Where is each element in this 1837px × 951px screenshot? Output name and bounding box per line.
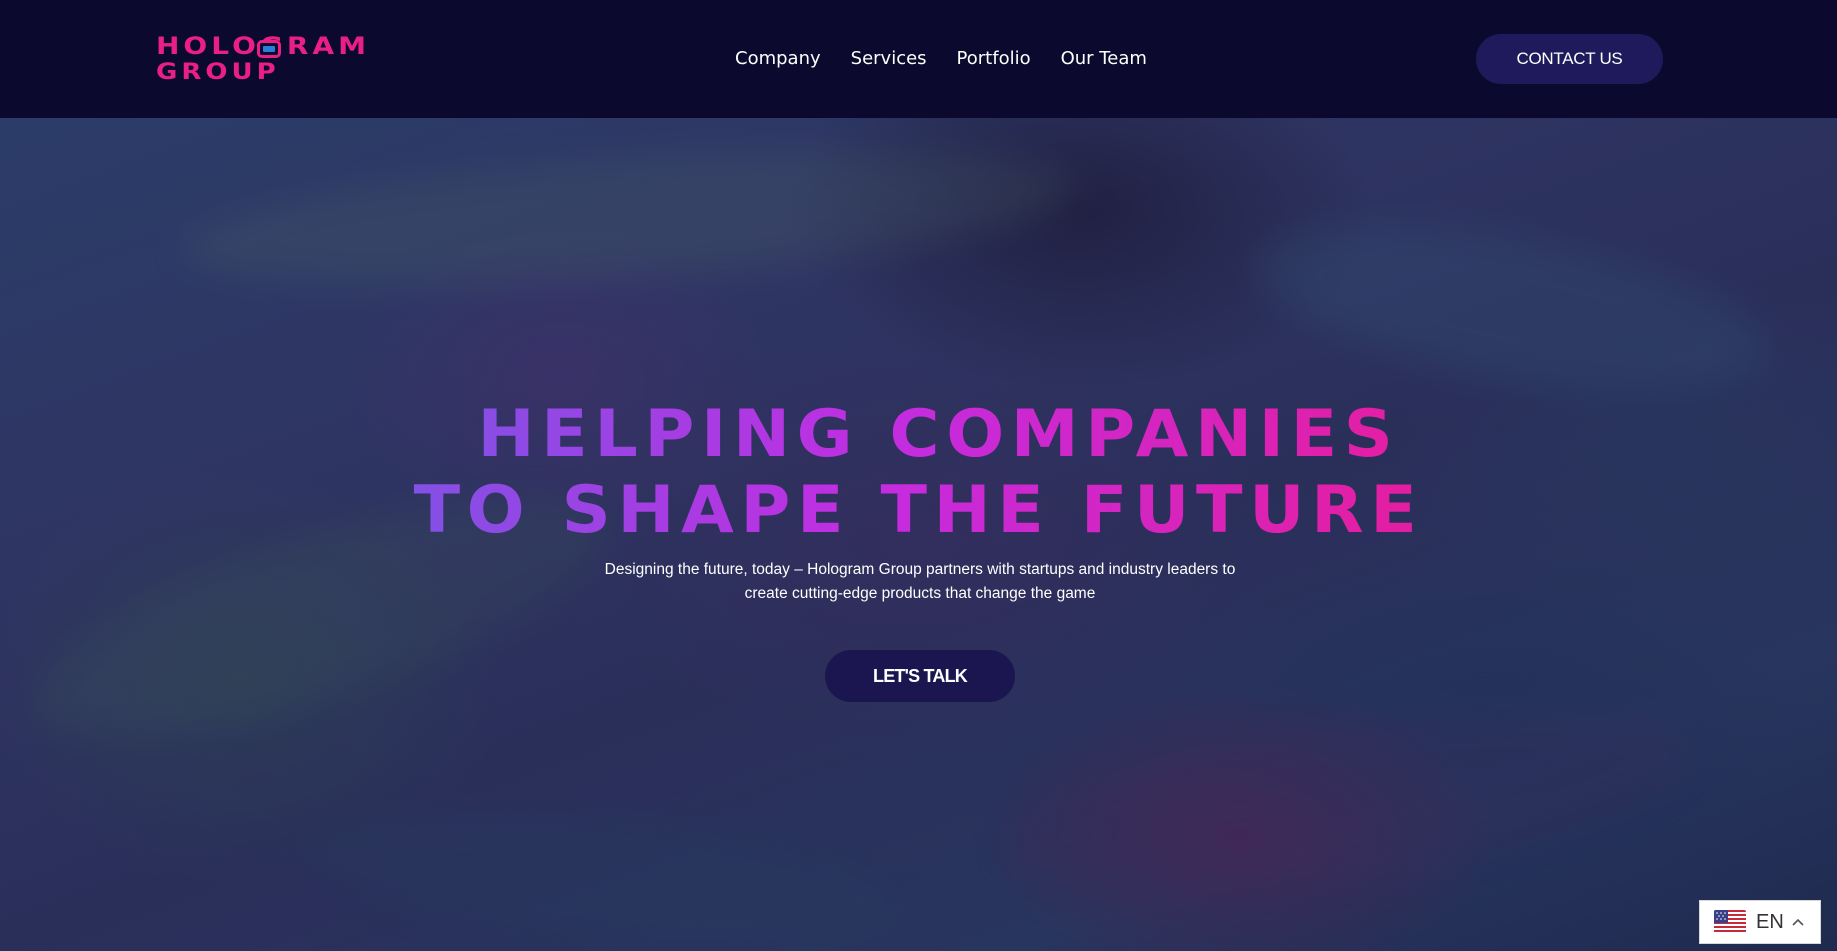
contact-us-button[interactable]: CONTACT US	[1476, 34, 1663, 84]
language-switcher[interactable]: EN	[1699, 900, 1821, 944]
background-wave	[176, 126, 1084, 310]
hero-title: HELPING COMPANIES TO SHAPE THE FUTURE	[0, 394, 1837, 550]
logo-line-1: HOLOGRAM	[156, 34, 422, 58]
logo-robot-icon	[257, 40, 281, 58]
nav-item-portfolio[interactable]: Portfolio	[957, 45, 1031, 73]
main-nav: Company Services Portfolio Our Team	[735, 45, 1147, 73]
hero-section: HELPING COMPANIES TO SHAPE THE FUTURE De…	[0, 118, 1837, 951]
language-code: EN	[1756, 911, 1784, 933]
lets-talk-button[interactable]: LET'S TALK	[825, 650, 1015, 702]
hero-title-line-2: TO SHAPE THE FUTURE	[0, 470, 1837, 550]
site-header: HOLOGRAM GROUP Company Services Portfoli…	[0, 0, 1837, 118]
us-flag-icon	[1714, 910, 1746, 934]
hero-subtitle: Designing the future, today – Hologram G…	[598, 558, 1242, 606]
nav-item-company[interactable]: Company	[735, 45, 821, 73]
nav-item-services[interactable]: Services	[851, 45, 927, 73]
hero-subtitle-line-2: create cutting-edge products that change…	[744, 585, 1096, 602]
nav-item-our-team[interactable]: Our Team	[1061, 45, 1147, 73]
hero-title-line-1: HELPING COMPANIES	[0, 394, 1837, 474]
logo-line-2: GROUP	[156, 59, 280, 85]
background-wave	[992, 670, 1708, 926]
hero-subtitle-line-1: Designing the future, today – Hologram G…	[604, 561, 1236, 578]
background-wave	[295, 786, 905, 951]
chevron-up-icon	[1792, 918, 1804, 926]
background-wave	[1241, 193, 1779, 423]
hologram-group-logo[interactable]: HOLOGRAM GROUP	[156, 34, 422, 86]
